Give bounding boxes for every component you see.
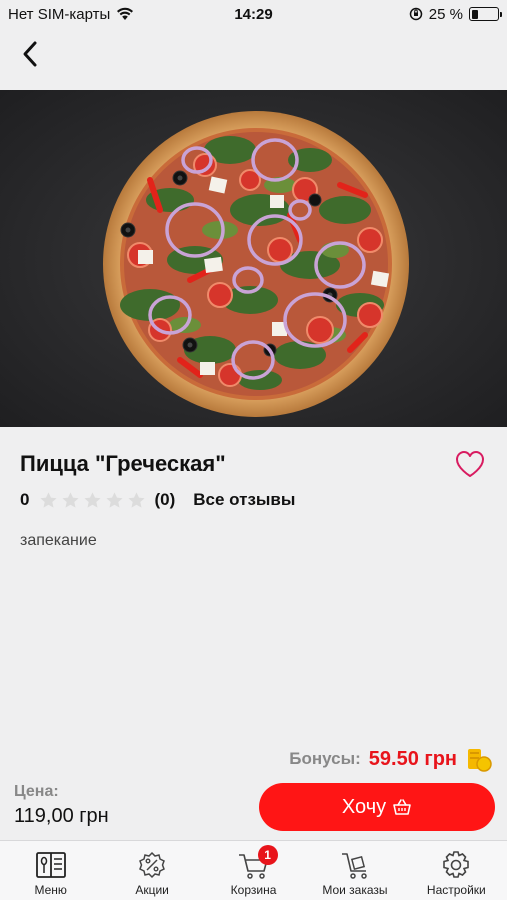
discount-icon: [139, 851, 166, 879]
star-icon: [62, 491, 80, 508]
back-button[interactable]: [10, 34, 50, 74]
tab-bar: Меню Акции 1 Корзина Мои заказы Настройк…: [0, 840, 507, 900]
star-icon: [128, 491, 146, 508]
all-reviews-link[interactable]: Все отзывы: [193, 490, 295, 510]
basket-icon: [393, 799, 411, 815]
cart-badge: 1: [257, 845, 278, 865]
status-bar: Нет SIM-карты 14:29 25 %: [0, 0, 507, 28]
tab-my-orders[interactable]: Мои заказы: [304, 841, 405, 900]
chevron-left-icon: [23, 41, 37, 67]
orientation-lock-icon: [409, 7, 423, 21]
bonus-label: Бонусы:: [289, 749, 361, 768]
status-right: 25 %: [409, 5, 502, 23]
battery-fill: [471, 9, 478, 19]
tab-label: Настройки: [426, 883, 486, 897]
carrier-label: Нет SIM-карты: [8, 5, 111, 23]
want-button-label: Хочу: [341, 795, 387, 818]
rating-stars: [39, 491, 146, 510]
product-title: Пицца "Греческая": [20, 451, 226, 476]
reviews-count: (0): [154, 490, 176, 509]
bonus-value: 59.50 грн: [368, 747, 457, 770]
pizza-illustration: [0, 90, 507, 427]
price-value: 119,00 грн: [14, 805, 109, 827]
product-image: [0, 90, 507, 427]
menu-book-icon: [35, 852, 66, 878]
tab-label: Акции: [135, 883, 169, 897]
settings-gear-icon: [443, 851, 470, 878]
wifi-icon: [117, 7, 134, 20]
price-label: Цена:: [14, 783, 59, 800]
tab-settings[interactable]: Настройки: [406, 841, 507, 900]
tab-menu[interactable]: Меню: [0, 841, 101, 900]
tab-label: Мои заказы: [322, 883, 388, 897]
star-icon: [84, 491, 102, 508]
status-left: Нет SIM-карты: [8, 6, 134, 23]
want-button[interactable]: Хочу: [259, 783, 495, 831]
nav-bar: [0, 28, 507, 90]
product-description: запекание: [20, 532, 97, 549]
favorite-heart-icon[interactable]: [454, 449, 486, 479]
coins-icon: [468, 749, 492, 772]
bonus-row: Бонусы: 59.50 грн: [289, 744, 493, 774]
tab-label: Меню: [34, 883, 67, 897]
rating-row: 0 (0) Все отзывы: [20, 488, 295, 512]
orders-cart-icon: [341, 853, 367, 879]
tab-promotions[interactable]: Акции: [101, 841, 202, 900]
battery-icon: [469, 7, 502, 21]
tab-label: Корзина: [230, 883, 277, 897]
star-icon: [40, 491, 58, 508]
star-icon: [106, 491, 124, 508]
tab-cart[interactable]: 1 Корзина: [203, 841, 304, 900]
rating-value: 0: [20, 490, 30, 509]
battery-percent: 25 %: [428, 5, 463, 23]
